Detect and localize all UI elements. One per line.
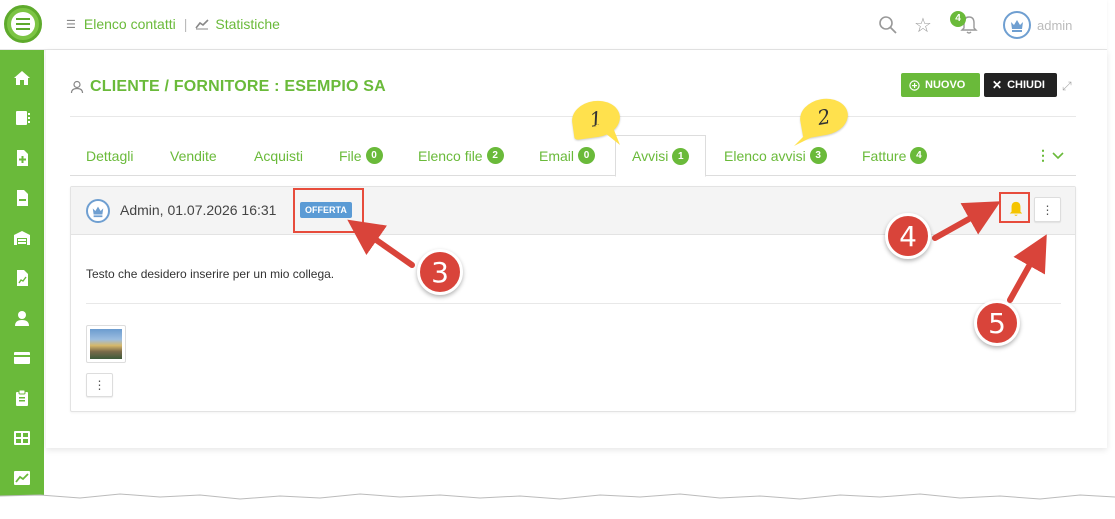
annotation-callout-4: 4 xyxy=(885,213,931,259)
annotation-callout-3: 3 xyxy=(417,249,463,295)
torn-edge xyxy=(0,493,1115,519)
annotation-callout-5: 5 xyxy=(974,300,1020,346)
annotation-arrows xyxy=(347,201,1047,303)
